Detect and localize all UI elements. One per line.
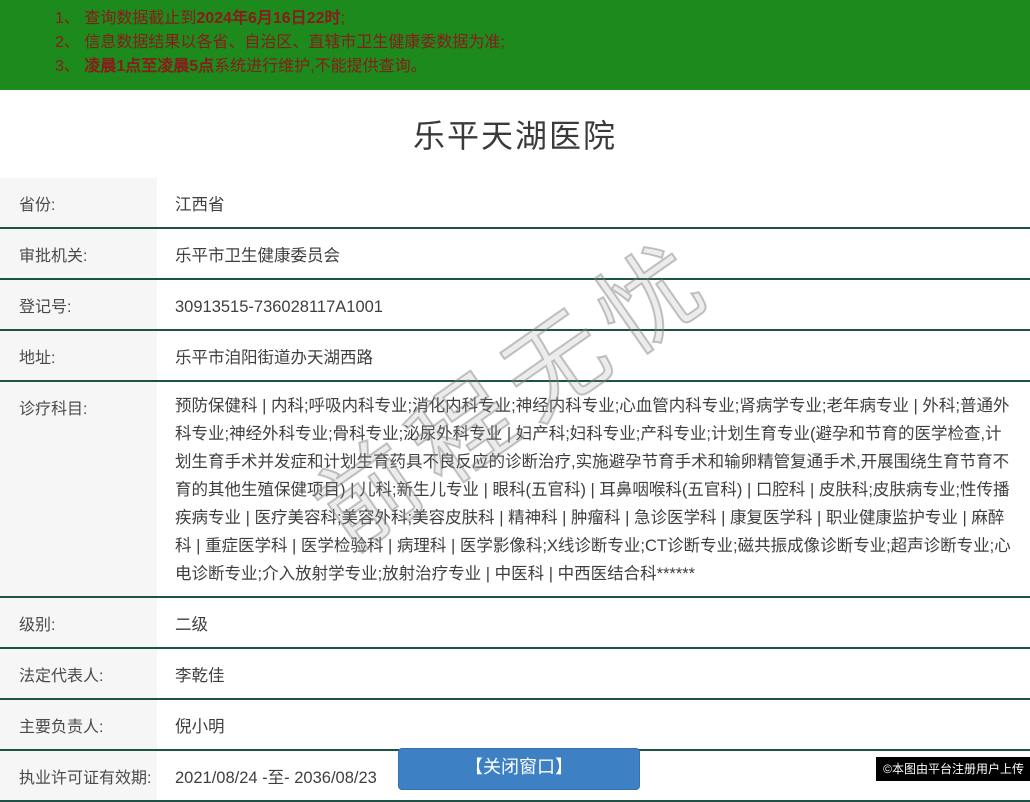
row-label: 诊疗科目: <box>0 382 157 596</box>
info-table: 省份: 江西省 审批机关: 乐平市卫生健康委员会 登记号: 30913515-736028… <box>0 178 1030 802</box>
notice-line: 2、 信息数据结果以各省、自治区、直辖市卫生健康委数据为准; <box>55 34 505 51</box>
row-value: 江西省 <box>175 196 225 214</box>
row-value: 乐平市洎阳街道办天湖西路 <box>175 349 373 367</box>
page-title: 乐平天湖医院 <box>412 118 617 154</box>
row-value: 李乾佳 <box>175 667 225 685</box>
row-label: 法定代表人: <box>0 649 157 698</box>
table-row: 省份: 江西省 <box>0 178 1030 229</box>
title-zone: 乐平天湖医院 <box>0 90 1030 178</box>
notice-list: 1、 查询数据截止到2024年6月16日22时; 2、 信息数据结果以各省、自治区… <box>55 7 1010 79</box>
row-label: 级别: <box>0 598 157 647</box>
row-value: 乐平市卫生健康委员会 <box>175 247 340 265</box>
row-value: 30913515-736028117A1001 <box>175 298 383 316</box>
row-label: 省份: <box>0 178 157 227</box>
close-window-button[interactable]: 【关闭窗口】 <box>398 748 640 790</box>
table-row: 级别: 二级 <box>0 598 1030 649</box>
row-value: 预防保健科 | 内科;呼吸内科专业;消化内科专业;神经内科专业;心血管内科专业;… <box>175 397 1011 583</box>
row-label: 主要负责人: <box>0 700 157 749</box>
row-label: 审批机关: <box>0 229 157 278</box>
table-row: 法定代表人: 李乾佳 <box>0 649 1030 700</box>
table-row: 诊疗科目: 预防保健科 | 内科;呼吸内科专业;消化内科专业;神经内科专业;心血管… <box>0 382 1030 598</box>
notice-line: 3、 凌晨1点至凌晨5点系统进行维护,不能提供查询。 <box>55 58 427 75</box>
row-label: 登记号: <box>0 280 157 329</box>
row-label: 执业许可证有效期: <box>0 751 157 800</box>
upload-badge: ©本图由平台注册用户上传 <box>876 757 1030 781</box>
table-row: 审批机关: 乐平市卫生健康委员会 <box>0 229 1030 280</box>
row-value: 二级 <box>175 616 208 634</box>
table-row: 地址: 乐平市洎阳街道办天湖西路 <box>0 331 1030 382</box>
notice-bar: 1、 查询数据截止到2024年6月16日22时; 2、 信息数据结果以各省、自治区… <box>0 0 1030 90</box>
notice-line: 1、 查询数据截止到2024年6月16日22时; <box>55 10 345 27</box>
row-value: 倪小明 <box>175 718 225 736</box>
table-row: 主要负责人: 倪小明 <box>0 700 1030 751</box>
table-row: 登记号: 30913515-736028117A1001 <box>0 280 1030 331</box>
row-label: 地址: <box>0 331 157 380</box>
